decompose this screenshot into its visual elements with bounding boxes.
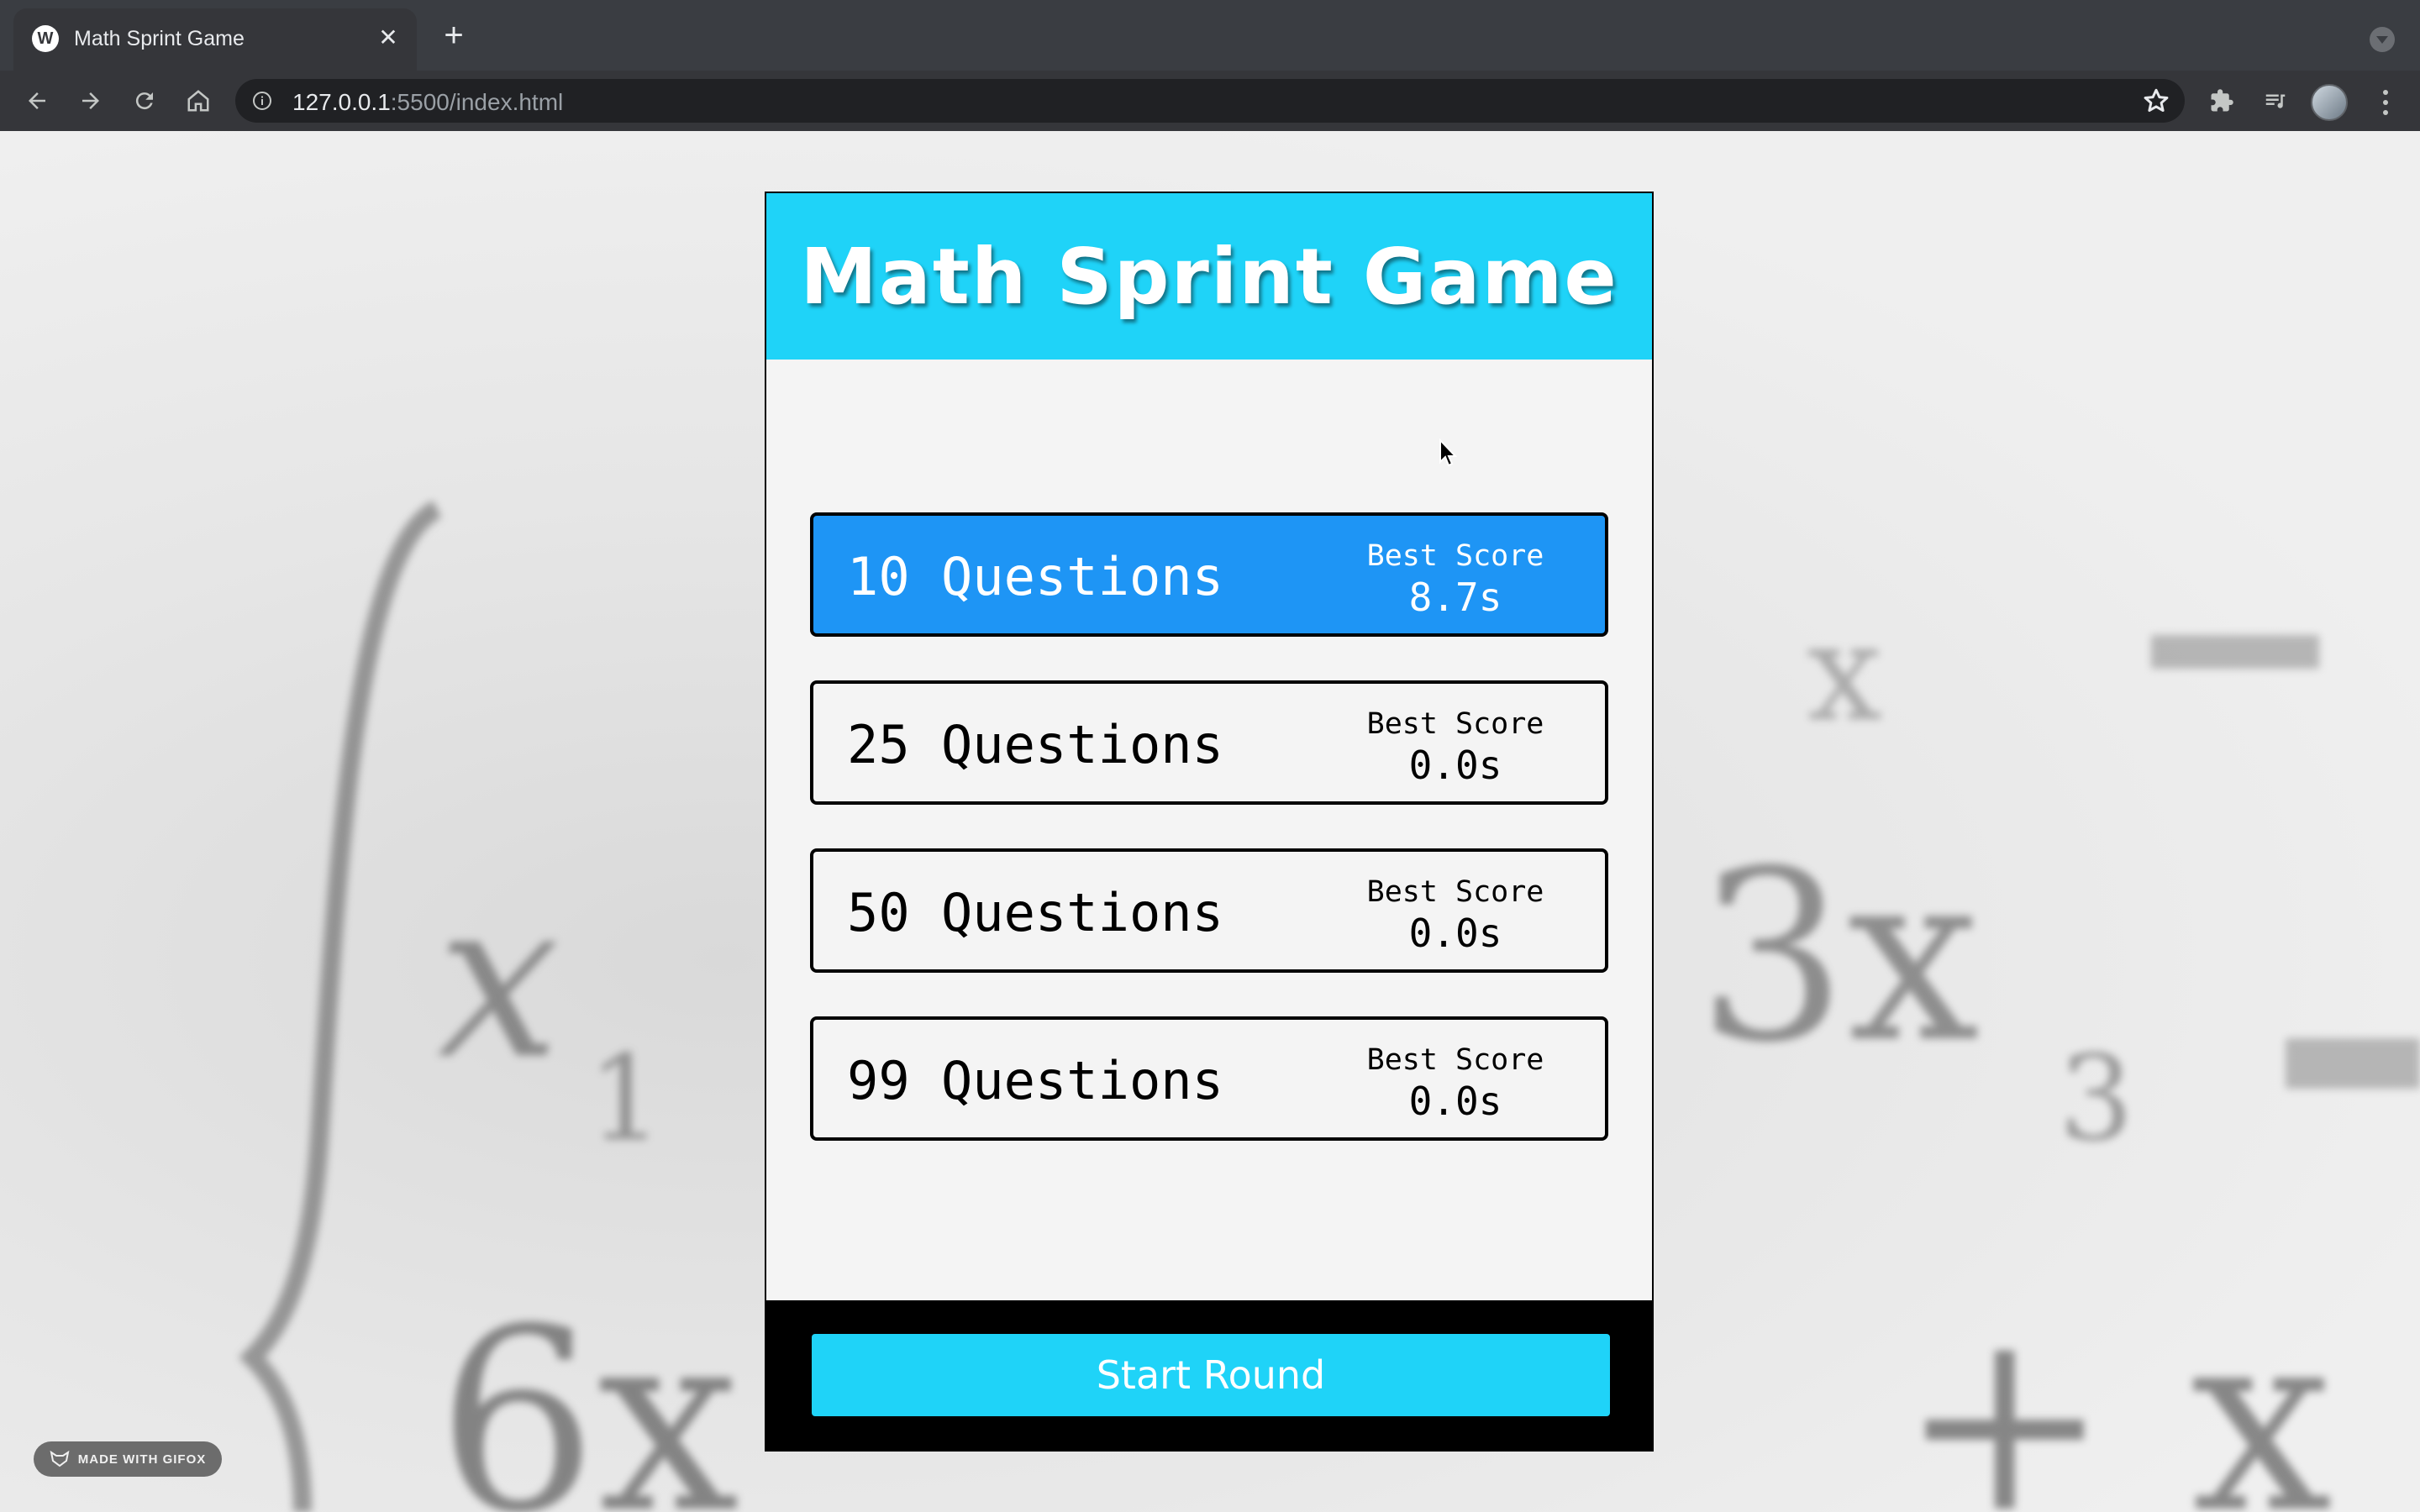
extensions-icon[interactable] <box>2205 84 2238 118</box>
card-footer: Start Round <box>766 1300 1652 1450</box>
page-viewport: x 1 3x 3 6x + x x Math Sprint Game 10 Qu… <box>0 131 2420 1512</box>
best-score: Best Score 0.0s <box>1363 875 1548 956</box>
svg-text:3: 3 <box>2059 1031 2133 1168</box>
svg-text:3x: 3x <box>1697 821 1980 1095</box>
browser-toolbar: 127.0.0.1:5500/index.html <box>0 71 2420 131</box>
tab-title: Math Sprint Game <box>74 27 245 50</box>
best-score: Best Score 8.7s <box>1363 539 1548 620</box>
forward-icon[interactable] <box>71 81 111 121</box>
new-tab-icon[interactable]: + <box>437 18 471 54</box>
svg-text:6x: 6x <box>437 1275 739 1512</box>
best-score-label: Best Score <box>1366 1043 1544 1077</box>
card-header: Math Sprint Game <box>766 193 1652 360</box>
svg-text:x: x <box>437 853 560 1107</box>
best-score-value: 0.0s <box>1408 911 1502 956</box>
menu-icon[interactable] <box>2373 86 2398 119</box>
gifox-watermark: MADE WITH GIFOX <box>34 1441 222 1477</box>
url-path: :5500/index.html <box>390 89 564 115</box>
option-99-questions[interactable]: 99 Questions Best Score 0.0s <box>810 1016 1608 1141</box>
option-50-questions[interactable]: 50 Questions Best Score 0.0s <box>810 848 1608 973</box>
best-score-label: Best Score <box>1366 539 1544 573</box>
home-icon[interactable] <box>178 81 218 121</box>
best-score-value: 8.7s <box>1408 575 1502 620</box>
media-icon[interactable] <box>2259 84 2292 118</box>
best-score-value: 0.0s <box>1408 743 1502 788</box>
game-title: Math Sprint Game <box>800 231 1618 322</box>
tab-favicon-icon: W <box>32 25 59 52</box>
start-round-button[interactable]: Start Round <box>812 1334 1610 1416</box>
svg-text:1: 1 <box>588 1031 663 1168</box>
best-score: Best Score 0.0s <box>1363 1043 1548 1124</box>
browser-tab[interactable]: W Math Sprint Game ✕ <box>13 8 417 71</box>
option-10-questions[interactable]: 10 Questions Best Score 8.7s <box>810 512 1608 637</box>
best-score-label: Best Score <box>1366 707 1544 741</box>
tab-strip: W Math Sprint Game ✕ + <box>0 0 2420 71</box>
best-score-label: Best Score <box>1366 875 1544 909</box>
option-label: 10 Questions <box>847 546 1223 607</box>
best-score-value: 0.0s <box>1408 1079 1502 1124</box>
best-score: Best Score 0.0s <box>1363 707 1548 788</box>
option-label: 25 Questions <box>847 714 1223 775</box>
game-card: Math Sprint Game 10 Questions Best Score… <box>765 192 1654 1452</box>
watermark-label: MADE WITH GIFOX <box>77 1452 207 1467</box>
address-bar[interactable]: 127.0.0.1:5500/index.html <box>235 79 2185 123</box>
option-25-questions[interactable]: 25 Questions Best Score 0.0s <box>810 680 1608 805</box>
url-host: 127.0.0.1 <box>292 89 391 115</box>
profile-avatar[interactable] <box>2311 84 2348 121</box>
option-label: 50 Questions <box>847 882 1223 943</box>
option-label: 99 Questions <box>847 1050 1223 1111</box>
back-icon[interactable] <box>17 81 57 121</box>
fox-icon <box>50 1451 70 1467</box>
close-icon[interactable]: ✕ <box>373 22 403 52</box>
svg-text:x: x <box>1807 594 1882 751</box>
mouse-cursor-icon <box>1439 438 1458 467</box>
info-icon[interactable] <box>252 91 272 111</box>
svg-text:+ x: + x <box>1899 1275 2333 1512</box>
url-text[interactable]: 127.0.0.1:5500/index.html <box>292 89 563 116</box>
reload-icon[interactable] <box>124 81 165 121</box>
tab-search-icon[interactable] <box>2370 27 2395 52</box>
star-icon[interactable] <box>2141 86 2171 116</box>
